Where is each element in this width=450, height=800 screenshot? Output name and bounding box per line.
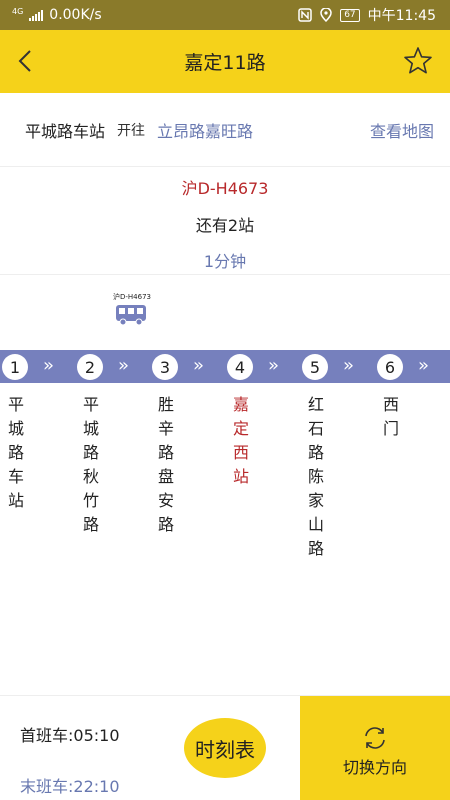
- station-number[interactable]: 5: [302, 354, 328, 380]
- network-type: 4G: [12, 6, 24, 16]
- station-name[interactable]: 胜辛路盘安路: [155, 393, 177, 537]
- destination-stop: 立昂路嘉旺路: [157, 121, 254, 141]
- chevron-double-right-icon: »: [193, 355, 205, 376]
- star-icon[interactable]: [402, 45, 434, 77]
- chevron-double-right-icon: »: [343, 355, 355, 376]
- switch-direction-label: 切换方向: [342, 758, 407, 777]
- station-name[interactable]: 西门: [380, 393, 402, 441]
- page-title: 嘉定11路: [184, 52, 266, 74]
- station-number[interactable]: 3: [152, 354, 178, 380]
- last-bus-time: 末班车:22:10: [20, 777, 120, 796]
- refresh-icon: [365, 727, 385, 749]
- station-number[interactable]: 6: [377, 354, 403, 380]
- chevron-double-right-icon: »: [268, 355, 280, 376]
- route-direction-row: 平城路车站 开往 立昂路嘉旺路 查看地图: [0, 93, 450, 167]
- arrival-info: 沪D-H4673 还有2站 1分钟: [0, 167, 450, 275]
- status-bar: 4G 0.00K/s 67 中午11:45: [0, 0, 450, 30]
- bus-marker[interactable]: 沪D-H4673: [113, 292, 151, 326]
- chevron-double-right-icon: »: [418, 355, 430, 376]
- station-number[interactable]: 4: [227, 354, 253, 380]
- chevron-left-icon[interactable]: [12, 46, 42, 76]
- stops-away: 还有2站: [195, 216, 255, 235]
- clock: 中午11:45: [367, 8, 436, 24]
- bus-icon: [116, 305, 146, 326]
- signal-icon: [29, 9, 44, 21]
- station-number[interactable]: 1: [2, 354, 28, 380]
- toward-label: 开往: [117, 122, 146, 139]
- station-name[interactable]: 红石路陈家山路: [305, 393, 327, 561]
- station-name[interactable]: 平城路秋竹路: [80, 393, 102, 537]
- origin-stop: 平城路车站: [25, 121, 106, 141]
- view-map-link[interactable]: 查看地图: [370, 118, 434, 142]
- chevron-double-right-icon: »: [43, 355, 55, 376]
- arrival-plate: 沪D-H4673: [181, 179, 269, 198]
- timetable-button[interactable]: 时刻表: [184, 718, 266, 778]
- first-bus-time: 首班车:05:10: [20, 726, 120, 745]
- battery-level: 67: [344, 10, 356, 20]
- network-speed: 0.00K/s: [49, 7, 102, 23]
- station-name[interactable]: 平城路车站: [5, 393, 27, 513]
- chevron-double-right-icon: »: [118, 355, 130, 376]
- timetable-label: 时刻表: [195, 737, 255, 762]
- bus-plate: 沪D-H4673: [113, 293, 151, 301]
- station-number[interactable]: 2: [77, 354, 103, 380]
- footer: 首班车:05:10 末班车:22:10 时刻表 切换方向: [0, 695, 450, 800]
- arrival-minutes: 1分钟: [203, 252, 247, 271]
- location-icon: [320, 8, 332, 22]
- switch-direction-button[interactable]: 切换方向: [300, 696, 450, 800]
- app-header: 嘉定11路: [0, 30, 450, 93]
- nfc-icon: [298, 8, 312, 22]
- battery-icon: 67: [340, 8, 360, 22]
- station-name-current[interactable]: 嘉定西站: [230, 393, 252, 489]
- station-band: 1 » 2 » 3 » 4 » 5 » 6 »: [0, 350, 450, 383]
